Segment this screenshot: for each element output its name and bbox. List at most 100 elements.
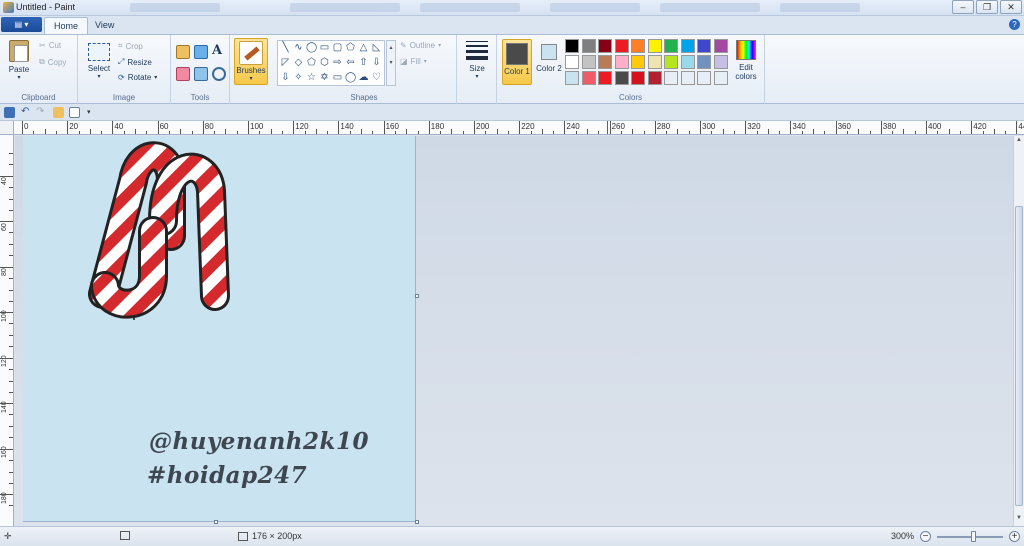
- six-point-star-shape-icon[interactable]: ✡: [319, 73, 330, 83]
- size-button[interactable]: Size ▾: [463, 41, 491, 80]
- tab-view[interactable]: View: [86, 17, 123, 34]
- line-shape-icon[interactable]: ╲: [280, 43, 291, 53]
- palette-swatch[interactable]: [713, 39, 728, 53]
- redo-icon[interactable]: ↷: [36, 107, 47, 118]
- palette-swatch[interactable]: [565, 55, 579, 69]
- four-point-star-shape-icon[interactable]: ✧: [293, 73, 304, 83]
- palette-swatch[interactable]: [631, 55, 645, 69]
- callout-cloud-shape-icon[interactable]: ☁: [358, 73, 369, 83]
- vertical-scrollbar[interactable]: ▲ ▼: [1013, 136, 1024, 526]
- palette-swatch[interactable]: [614, 55, 629, 69]
- palette-swatch[interactable]: [581, 71, 596, 85]
- palette-swatch[interactable]: [631, 71, 645, 85]
- color-picker-icon[interactable]: [194, 67, 208, 81]
- color2-button[interactable]: Color 2: [536, 39, 562, 85]
- rotate-button[interactable]: ⟳ Rotate ▾: [118, 73, 157, 82]
- triangle-shape-icon[interactable]: △: [358, 43, 369, 53]
- canvas-resize-handle-corner[interactable]: [415, 520, 419, 524]
- five-point-star-shape-icon[interactable]: ☆: [306, 73, 317, 83]
- palette-swatch[interactable]: [581, 55, 596, 69]
- palette-swatch[interactable]: [664, 71, 678, 85]
- palette-swatch[interactable]: [647, 39, 662, 53]
- palette-swatch[interactable]: [565, 71, 579, 85]
- pencil-icon[interactable]: [176, 45, 190, 59]
- scroll-up-icon[interactable]: ▲: [1014, 137, 1024, 147]
- copy-button[interactable]: ⧉ Copy: [39, 57, 66, 67]
- palette-swatch[interactable]: [614, 39, 629, 53]
- palette-swatch[interactable]: [680, 55, 695, 69]
- magnifier-icon[interactable]: [212, 67, 226, 81]
- palette-swatch[interactable]: [647, 71, 662, 85]
- fill-button[interactable]: ◪ Fill ▾: [400, 57, 427, 66]
- rounded-rectangle-shape-icon[interactable]: ▢: [332, 43, 343, 53]
- zoom-slider-track[interactable]: [937, 536, 1003, 538]
- customize-toolbar-icon[interactable]: ▾: [87, 107, 98, 118]
- right-triangle-2-shape-icon[interactable]: ◸: [280, 58, 291, 68]
- down-arrow-2-shape-icon[interactable]: ⇩: [280, 73, 291, 83]
- brushes-button[interactable]: Brushes ▾: [234, 38, 268, 85]
- close-button[interactable]: ✕: [1000, 0, 1022, 14]
- palette-swatch[interactable]: [680, 39, 695, 53]
- resize-button[interactable]: ⤢ Resize: [118, 57, 152, 67]
- outline-button[interactable]: ✎ Outline ▾: [400, 41, 441, 50]
- palette-swatch[interactable]: [598, 55, 612, 69]
- callout-oval-shape-icon[interactable]: ◯: [345, 73, 356, 83]
- canvas-resize-handle-bottom[interactable]: [214, 520, 218, 524]
- select-button[interactable]: Select ▾: [84, 43, 114, 80]
- canvas-resize-handle-right[interactable]: [415, 294, 419, 298]
- palette-swatch[interactable]: [713, 55, 728, 69]
- palette-swatch[interactable]: [598, 39, 612, 53]
- save-icon[interactable]: [4, 107, 15, 118]
- right-arrow-shape-icon[interactable]: ⇨: [332, 58, 343, 68]
- paste-button[interactable]: Paste ▾: [5, 40, 33, 81]
- palette-swatch[interactable]: [697, 39, 711, 53]
- shapes-scroll[interactable]: ▴ ▾: [386, 40, 396, 86]
- edit-colors-button[interactable]: Edit colors: [733, 39, 759, 85]
- fill-bucket-icon[interactable]: [194, 45, 208, 59]
- palette-swatch[interactable]: [647, 55, 662, 69]
- palette-swatch[interactable]: [614, 71, 629, 85]
- zoom-out-button[interactable]: −: [920, 531, 931, 542]
- scroll-down-icon[interactable]: ▼: [1014, 515, 1024, 525]
- palette-swatch[interactable]: [697, 71, 711, 85]
- palette-swatch[interactable]: [565, 39, 579, 53]
- application-menu-button[interactable]: ▤ ▾: [1, 17, 42, 32]
- palette-swatch[interactable]: [697, 55, 711, 69]
- print-preview-icon[interactable]: [69, 107, 80, 118]
- restore-button[interactable]: ❐: [976, 0, 998, 14]
- rectangle-shape-icon[interactable]: ▭: [319, 43, 330, 53]
- up-arrow-shape-icon[interactable]: ⇧: [358, 58, 369, 68]
- palette-swatch[interactable]: [680, 71, 695, 85]
- palette-swatch[interactable]: [713, 71, 728, 85]
- diamond-shape-icon[interactable]: ◇: [293, 58, 304, 68]
- palette-swatch[interactable]: [664, 55, 678, 69]
- hexagon-shape-icon[interactable]: ⬡: [319, 58, 330, 68]
- palette-swatch[interactable]: [581, 39, 596, 53]
- minimize-button[interactable]: –: [952, 0, 974, 14]
- tab-home[interactable]: Home: [44, 17, 89, 34]
- polygon-shape-icon[interactable]: ⬠: [345, 43, 356, 53]
- palette-swatch[interactable]: [598, 71, 612, 85]
- open-icon[interactable]: [53, 107, 64, 118]
- right-triangle-shape-icon[interactable]: ◺: [371, 43, 382, 53]
- zoom-slider-thumb[interactable]: [971, 531, 977, 542]
- callout-rect-shape-icon[interactable]: ▭: [332, 73, 343, 83]
- down-arrow-shape-icon[interactable]: ⇩: [371, 58, 382, 68]
- cut-button[interactable]: ✂ Cut: [39, 41, 61, 50]
- crop-button[interactable]: ⌗ Crop: [118, 41, 143, 51]
- text-tool-icon[interactable]: A: [212, 43, 226, 58]
- help-icon[interactable]: ?: [1009, 19, 1020, 30]
- undo-icon[interactable]: ↶: [21, 107, 32, 118]
- palette-swatch[interactable]: [631, 39, 645, 53]
- curve-shape-icon[interactable]: ∿: [293, 43, 304, 53]
- left-arrow-shape-icon[interactable]: ⇦: [345, 58, 356, 68]
- zoom-in-button[interactable]: +: [1009, 531, 1020, 542]
- oval-shape-icon[interactable]: ◯: [306, 43, 317, 53]
- palette-swatch[interactable]: [664, 39, 678, 53]
- pentagon-shape-icon[interactable]: ⬠: [306, 58, 317, 68]
- scroll-thumb[interactable]: [1015, 206, 1023, 506]
- color1-button[interactable]: Color 1: [502, 39, 532, 85]
- eraser-icon[interactable]: [176, 67, 190, 81]
- heart-shape-icon[interactable]: ♡: [371, 73, 382, 83]
- drawing-canvas[interactable]: @huyenanh2k10 #hoidap247: [23, 136, 416, 522]
